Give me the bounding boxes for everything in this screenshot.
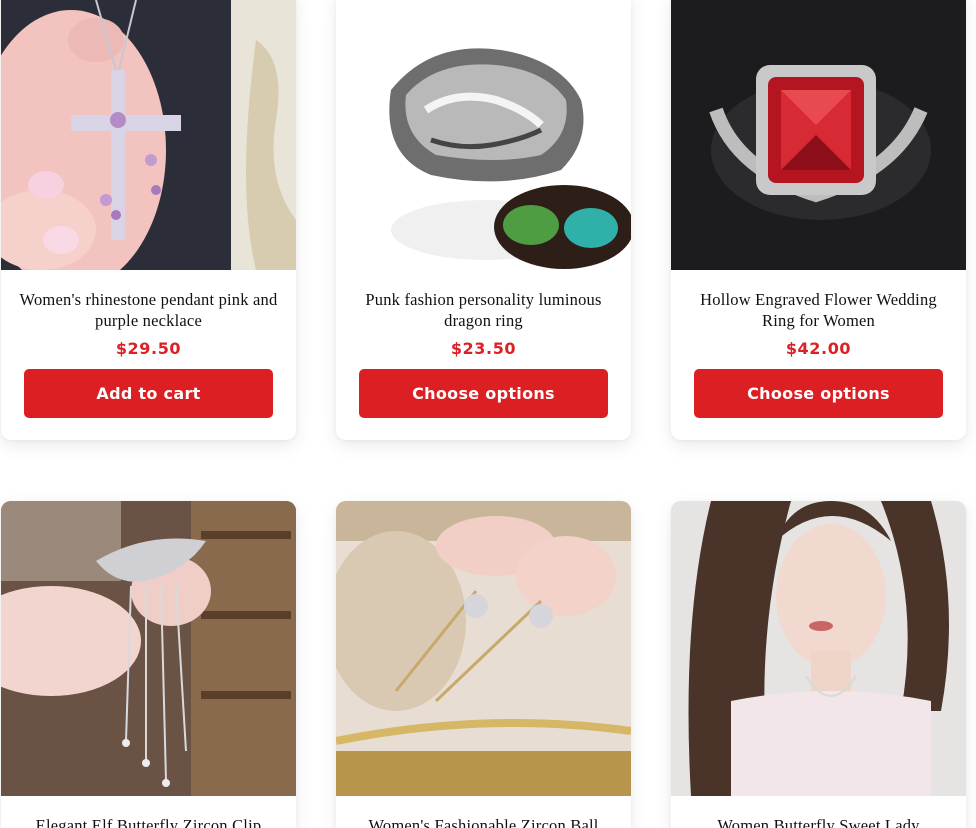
- product-card[interactable]: Women's rhinestone pendant pink and purp…: [1, 0, 296, 440]
- add-to-cart-button[interactable]: Add to cart: [24, 369, 273, 418]
- product-image-dragon-ring[interactable]: [336, 0, 631, 270]
- choose-options-button[interactable]: Choose options: [694, 369, 943, 418]
- product-price: $29.50: [115, 339, 182, 358]
- product-price: $23.50: [450, 339, 517, 358]
- product-card[interactable]: Hollow Engraved Flower Wedding Ring for …: [671, 0, 966, 440]
- product-title[interactable]: Punk fashion personality luminous dragon…: [336, 270, 631, 331]
- product-title[interactable]: Women Butterfly Sweet Lady: [671, 796, 966, 828]
- product-card[interactable]: Punk fashion personality luminous dragon…: [336, 0, 631, 440]
- product-title[interactable]: Elegant Elf Butterfly Zircon Clip: [1, 796, 296, 828]
- product-title[interactable]: Women's rhinestone pendant pink and purp…: [1, 270, 296, 331]
- product-image-cross-necklace[interactable]: [1, 0, 296, 270]
- product-card[interactable]: Women Butterfly Sweet Lady: [671, 501, 966, 828]
- product-card[interactable]: Women's Fashionable Zircon Ball: [336, 501, 631, 828]
- choose-options-button[interactable]: Choose options: [359, 369, 608, 418]
- product-image-zircon-ball-earrings[interactable]: [336, 501, 631, 796]
- product-image-red-ring[interactable]: [671, 0, 966, 270]
- product-title[interactable]: Women's Fashionable Zircon Ball: [336, 796, 631, 828]
- product-image-butterfly-clip[interactable]: [1, 501, 296, 796]
- product-image-butterfly-jewelry-model[interactable]: [671, 501, 966, 796]
- product-price: $42.00: [785, 339, 852, 358]
- product-title[interactable]: Hollow Engraved Flower Wedding Ring for …: [671, 270, 966, 331]
- product-card[interactable]: Elegant Elf Butterfly Zircon Clip: [1, 501, 296, 828]
